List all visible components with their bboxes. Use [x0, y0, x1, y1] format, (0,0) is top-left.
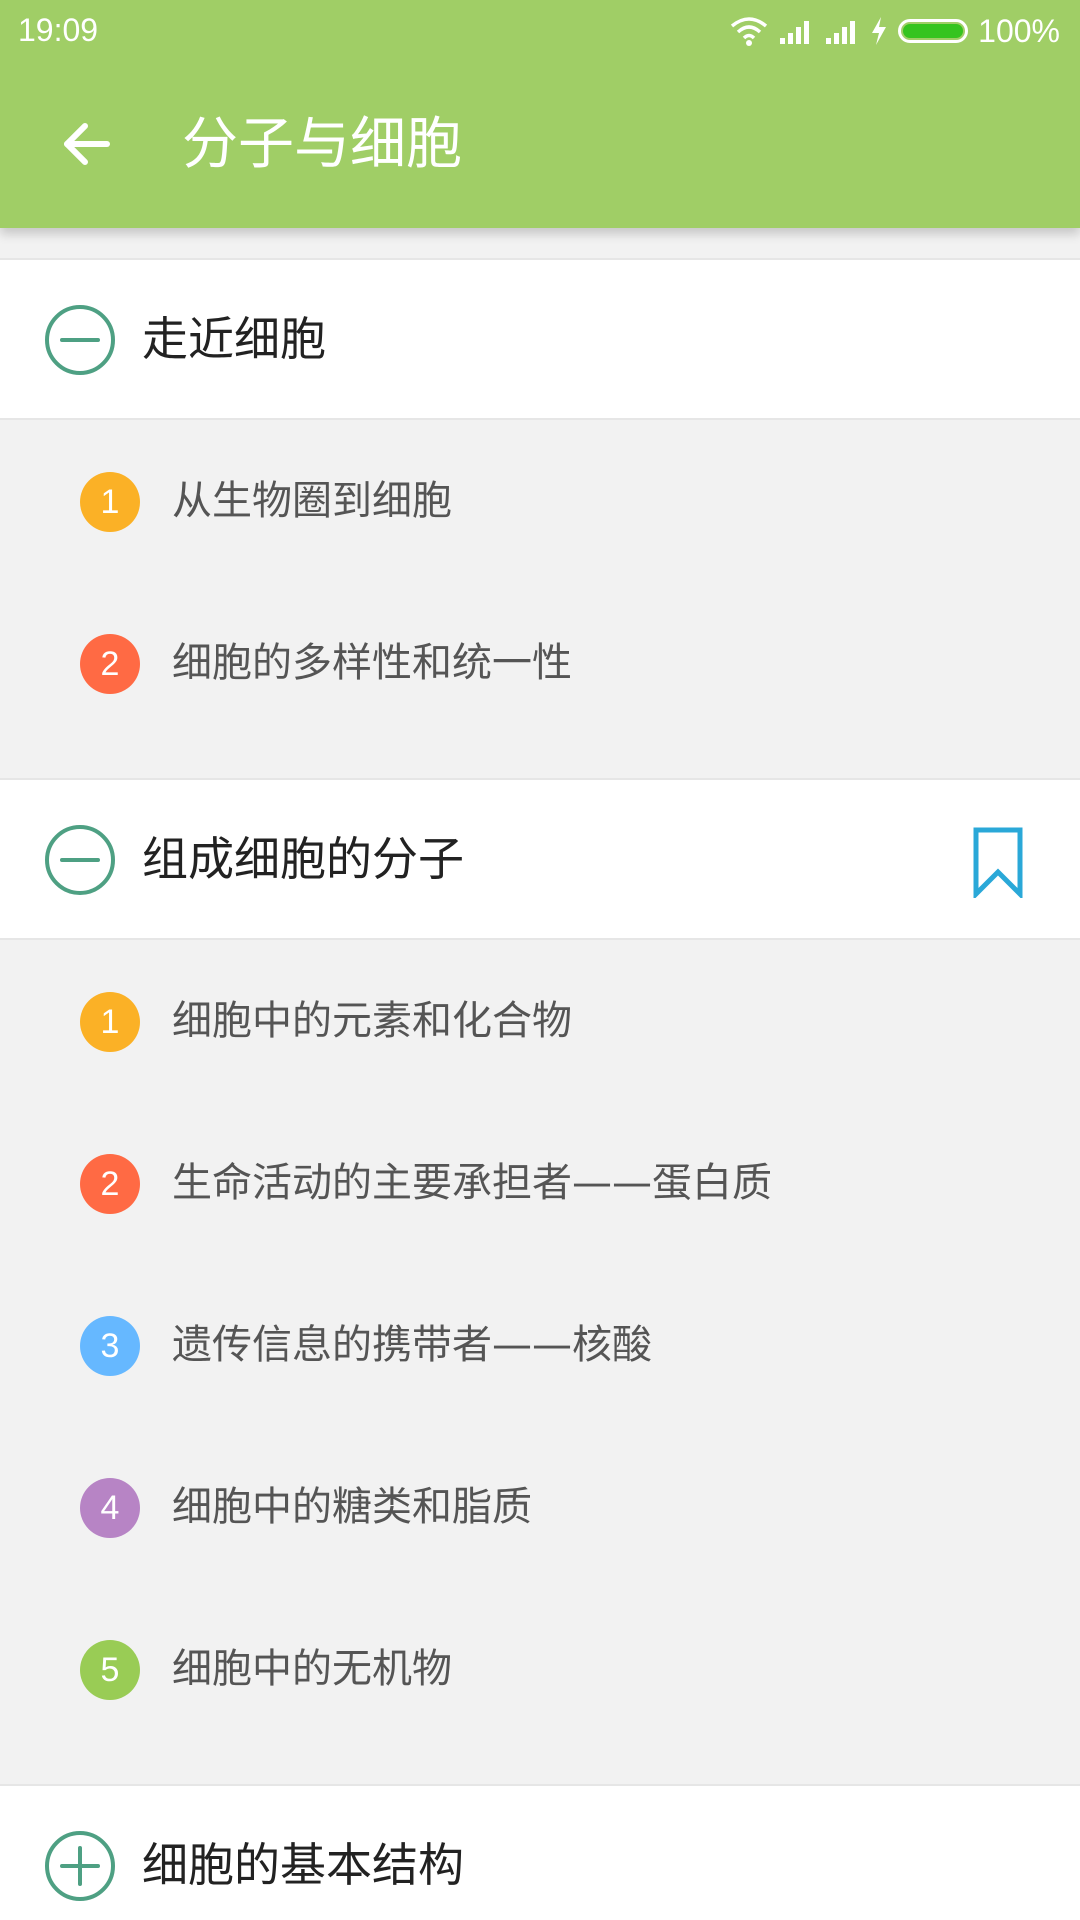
group-title: 细胞的基本结构 [142, 1838, 464, 1892]
battery-percent: 100% [978, 13, 1060, 49]
item-label: 生命活动的主要承担者——蛋白质 [172, 1160, 772, 1206]
list-item[interactable]: 1 细胞中的元素和化合物 [0, 940, 1080, 1102]
group-header-1[interactable]: 走近细胞 [0, 258, 1080, 420]
status-bar: 19:09 100% [0, 0, 1080, 60]
battery-icon [898, 19, 969, 43]
signal-icon [780, 21, 810, 44]
status-icons: 100% [730, 12, 1060, 50]
list-item[interactable]: 5 细胞中的无机物 [0, 1588, 1080, 1750]
app-root: 19:09 100% 分子与细胞 走近细胞 1 从生物圈到细胞 2 细胞的多样性… [0, 0, 1080, 1920]
arrow-left-icon [64, 123, 110, 165]
collapse-circle-icon[interactable] [44, 824, 116, 896]
bookmark-icon[interactable] [972, 826, 1024, 898]
collapse-circle-icon[interactable] [44, 304, 116, 376]
group-title: 组成细胞的分子 [142, 832, 464, 886]
expand-circle-icon[interactable] [44, 1830, 116, 1902]
list-item[interactable]: 2 细胞的多样性和统一性 [0, 582, 1080, 744]
item-label: 细胞中的糖类和脂质 [172, 1484, 532, 1530]
app-bar: 分子与细胞 [0, 60, 1080, 228]
number-badge: 2 [80, 1154, 140, 1214]
top-bar: 19:09 100% 分子与细胞 [0, 0, 1080, 228]
number-badge: 3 [80, 1316, 140, 1376]
number-badge: 1 [80, 472, 140, 532]
back-button[interactable] [40, 104, 130, 184]
number-badge: 2 [80, 634, 140, 694]
item-label: 细胞中的元素和化合物 [172, 998, 572, 1044]
list-item[interactable]: 2 生命活动的主要承担者——蛋白质 [0, 1102, 1080, 1264]
list-item[interactable]: 1 从生物圈到细胞 [0, 420, 1080, 582]
group-title: 走近细胞 [142, 312, 326, 366]
list-item[interactable]: 3 遗传信息的携带者——核酸 [0, 1264, 1080, 1426]
item-label: 遗传信息的携带者——核酸 [172, 1322, 652, 1368]
signal-icon-2 [826, 21, 856, 44]
item-label: 从生物圈到细胞 [172, 478, 452, 524]
charging-icon [872, 17, 887, 45]
item-label: 细胞的多样性和统一性 [172, 640, 572, 686]
number-badge: 5 [80, 1640, 140, 1700]
wifi-icon [731, 17, 768, 46]
number-badge: 4 [80, 1478, 140, 1538]
item-label: 细胞中的无机物 [172, 1646, 452, 1692]
chapter-list: 走近细胞 1 从生物圈到细胞 2 细胞的多样性和统一性 组成细胞的分子 1 细胞… [0, 228, 1080, 1920]
list-item[interactable]: 4 细胞中的糖类和脂质 [0, 1426, 1080, 1588]
page-title: 分子与细胞 [182, 112, 462, 177]
group-header-2[interactable]: 组成细胞的分子 [0, 778, 1080, 940]
number-badge: 1 [80, 992, 140, 1052]
status-time: 19:09 [18, 12, 99, 48]
group-header-3[interactable]: 细胞的基本结构 [0, 1784, 1080, 1920]
